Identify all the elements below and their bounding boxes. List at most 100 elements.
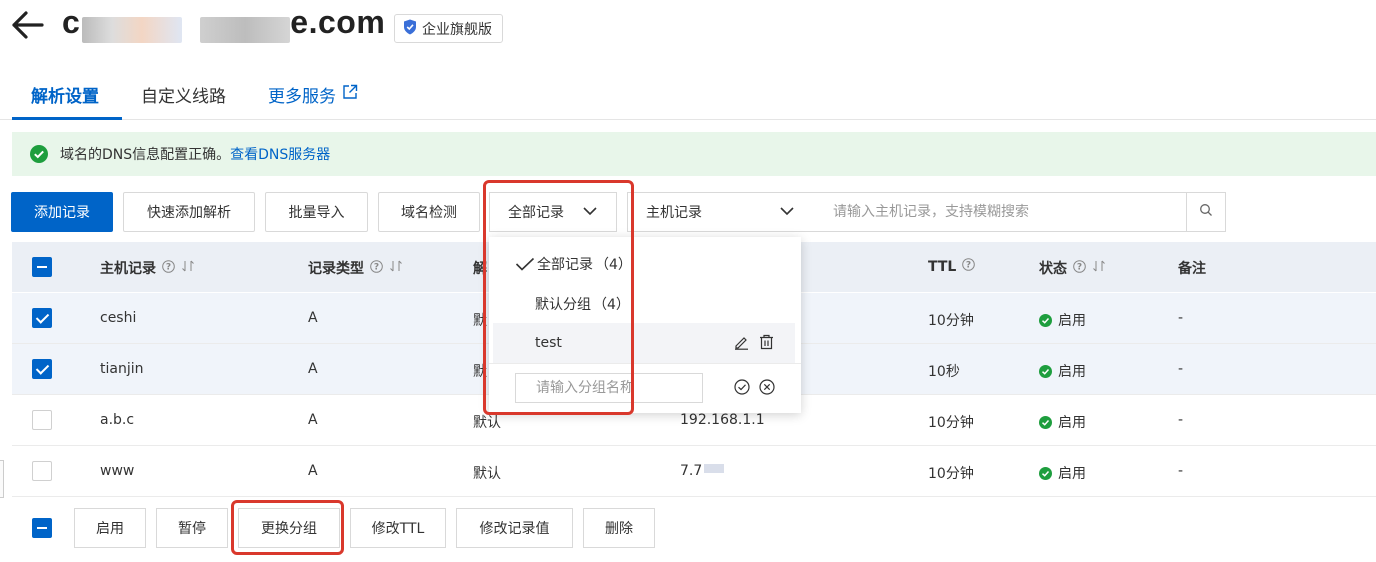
check-icon — [515, 257, 535, 271]
dropdown-item-label: 默认分组 — [535, 297, 591, 313]
row-type: A — [308, 310, 318, 326]
alert-text: 域名的DNS信息配置正确。 — [60, 147, 231, 163]
cancel-icon[interactable] — [759, 379, 775, 399]
row-checkbox[interactable] — [32, 308, 52, 328]
dropdown-item-default[interactable]: 默认分组 （4） — [489, 284, 801, 324]
arrow-left-icon[interactable] — [10, 10, 46, 40]
row-status: 启用 — [1039, 412, 1086, 432]
help-icon[interactable]: ? — [162, 259, 175, 277]
col-host: 主机记录 ? — [100, 258, 195, 278]
row-status-label: 启用 — [1058, 466, 1086, 482]
chevron-down-icon — [779, 204, 795, 220]
table-row[interactable]: www A 默认 7.7 10分钟 启用 - — [12, 446, 1376, 497]
search-button[interactable] — [1186, 192, 1226, 232]
col-ttl-label: TTL — [928, 258, 957, 275]
help-icon[interactable]: ? — [962, 258, 976, 275]
trash-icon[interactable] — [759, 334, 774, 354]
dropdown-item-test[interactable]: test — [493, 323, 795, 363]
sort-icon[interactable] — [1092, 260, 1106, 276]
row-checkbox[interactable] — [32, 359, 52, 379]
confirm-icon[interactable] — [734, 379, 750, 399]
shield-icon — [403, 19, 417, 39]
col-host-label: 主机记录 — [100, 261, 156, 277]
search-input[interactable] — [813, 192, 1187, 232]
tab-bar: 解析设置 自定义线路 更多服务 — [0, 66, 1376, 120]
row-host: a.b.c — [100, 412, 135, 428]
row-type: A — [308, 412, 318, 428]
col-status: 状态 ? — [1039, 258, 1106, 278]
tab-more-services-label: 更多服务 — [268, 87, 336, 107]
side-handle[interactable] — [0, 460, 4, 498]
edit-ttl-button[interactable]: 修改TTL — [350, 508, 446, 548]
col-status-label: 状态 — [1039, 261, 1067, 277]
row-line: 默认 — [473, 415, 501, 431]
row-status-label: 启用 — [1058, 415, 1086, 431]
chevron-down-icon — [582, 204, 598, 220]
help-icon[interactable]: ? — [370, 259, 383, 277]
sort-icon[interactable] — [181, 260, 195, 276]
tab-more-services[interactable]: 更多服务 — [268, 82, 358, 107]
view-dns-servers-link[interactable]: 查看DNS服务器 — [230, 144, 330, 164]
pause-button[interactable]: 暂停 — [156, 508, 228, 548]
toolbar: 添加记录 快速添加解析 批量导入 域名检测 全部记录 主机记录 — [0, 192, 1376, 232]
quick-add-button[interactable]: 快速添加解析 — [123, 192, 255, 232]
row-value: 7.7 — [680, 463, 725, 479]
tab-dns-settings[interactable]: 解析设置 — [31, 82, 99, 107]
search-icon — [1199, 203, 1213, 221]
tab-custom-lines[interactable]: 自定义线路 — [141, 82, 226, 107]
row-host: tianjin — [100, 361, 144, 377]
check-circle-icon — [30, 145, 48, 163]
row-host: www — [100, 463, 135, 479]
redacted-region — [82, 17, 182, 43]
search-field-select[interactable]: 主机记录 — [627, 192, 814, 232]
col-line: 解 — [473, 261, 487, 277]
col-type: 记录类型 ? — [308, 258, 403, 278]
row-remark: - — [1178, 412, 1184, 428]
check-circle-icon — [1039, 415, 1052, 429]
bulk-select-checkbox[interactable] — [32, 518, 52, 538]
edit-value-button[interactable]: 修改记录值 — [456, 508, 573, 548]
row-host: ceshi — [100, 310, 137, 326]
row-checkbox[interactable] — [32, 410, 52, 430]
svg-text:?: ? — [166, 262, 171, 272]
record-group-dropdown: 全部记录 （4） 默认分组 （4） test — [489, 237, 801, 413]
edition-badge: 企业旗舰版 — [394, 14, 503, 43]
row-value: 192.168.1.1 — [680, 412, 765, 428]
row-status: 启用 — [1039, 463, 1086, 483]
row-remark: - — [1178, 463, 1184, 479]
dropdown-item-all[interactable]: 全部记录 （4） — [489, 244, 801, 284]
dns-status-alert: 域名的DNS信息配置正确。 查看DNS服务器 — [12, 132, 1376, 176]
dropdown-item-count: （4） — [593, 297, 630, 313]
domain-check-button[interactable]: 域名检测 — [378, 192, 480, 232]
help-icon[interactable]: ? — [1073, 259, 1086, 277]
row-checkbox[interactable] — [32, 461, 52, 481]
row-ttl: 10分钟 — [928, 415, 974, 431]
row-line: 默 — [473, 313, 487, 329]
external-link-icon — [342, 84, 358, 105]
group-name-input[interactable] — [515, 373, 703, 403]
edit-icon[interactable] — [734, 335, 749, 354]
active-tab-indicator — [12, 117, 122, 120]
row-line: 默认 — [473, 466, 501, 482]
change-group-button[interactable]: 更换分组 — [238, 508, 340, 548]
record-group-select[interactable]: 全部记录 — [489, 192, 617, 232]
redacted-region — [704, 463, 725, 473]
svg-text:?: ? — [1077, 262, 1082, 272]
sort-icon[interactable] — [389, 260, 403, 276]
add-record-button[interactable]: 添加记录 — [11, 192, 113, 232]
row-status-label: 启用 — [1058, 313, 1086, 329]
record-group-select-value: 全部记录 — [508, 205, 564, 221]
row-remark: - — [1178, 361, 1184, 377]
delete-button[interactable]: 删除 — [583, 508, 655, 548]
row-ttl: 10秒 — [928, 364, 960, 380]
batch-import-button[interactable]: 批量导入 — [265, 192, 368, 232]
row-line: 默 — [473, 364, 487, 380]
enable-button[interactable]: 启用 — [74, 508, 146, 548]
row-value-text: 7.7 — [680, 463, 703, 479]
col-type-label: 记录类型 — [308, 261, 364, 277]
dropdown-item-label: test — [535, 335, 562, 351]
select-all-checkbox[interactable] — [32, 257, 52, 277]
check-circle-icon — [1039, 313, 1052, 327]
row-remark: - — [1178, 310, 1184, 326]
page-header: c e.com 企业旗舰版 — [0, 0, 1376, 56]
